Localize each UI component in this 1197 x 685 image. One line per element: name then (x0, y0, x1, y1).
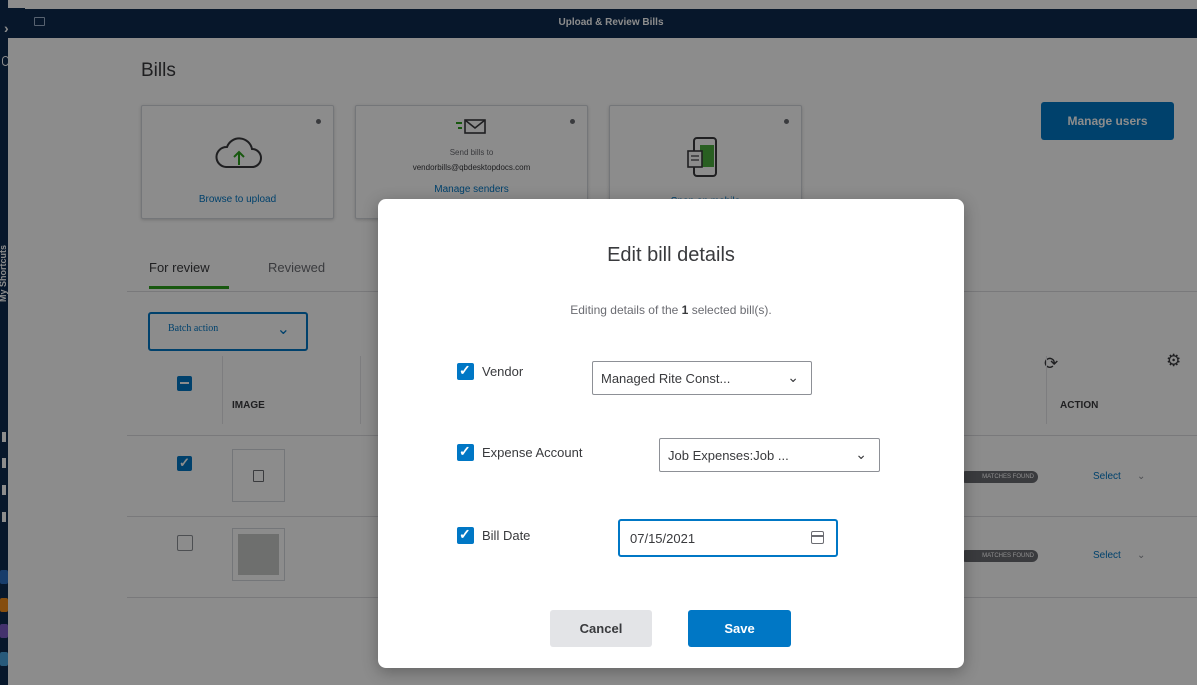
bill-date-label: Bill Date (482, 528, 531, 543)
vendor-select[interactable]: Managed Rite Const... ⌄ (592, 361, 812, 395)
subtitle-suffix: selected bill(s). (691, 303, 772, 317)
expense-account-label: Expense Account (482, 445, 583, 460)
subtitle-prefix: Editing details of the (570, 303, 679, 317)
vendor-checkbox[interactable] (457, 362, 474, 380)
bill-date-checkbox[interactable] (457, 526, 474, 544)
modal-subtitle: Editing details of the 1 selected bill(s… (378, 303, 964, 317)
expense-account-select[interactable]: Job Expenses:Job ... ⌄ (659, 438, 880, 472)
calendar-icon[interactable] (811, 531, 824, 544)
cancel-button[interactable]: Cancel (550, 610, 652, 647)
chevron-down-icon: ⌄ (787, 369, 799, 385)
bill-date-input[interactable]: 07/15/2021 (618, 519, 838, 557)
expense-account-checkbox[interactable] (457, 443, 474, 461)
edit-bill-details-modal: Edit bill details Editing details of the… (378, 199, 964, 668)
bill-date-value: 07/15/2021 (630, 531, 696, 546)
modal-title: Edit bill details (607, 244, 735, 266)
expense-account-value: Job Expenses:Job ... (668, 448, 789, 463)
save-button[interactable]: Save (688, 610, 791, 647)
vendor-value: Managed Rite Const... (601, 371, 731, 386)
chevron-down-icon: ⌄ (855, 446, 867, 462)
selected-count: 1 (681, 303, 689, 317)
vendor-label: Vendor (482, 364, 524, 379)
